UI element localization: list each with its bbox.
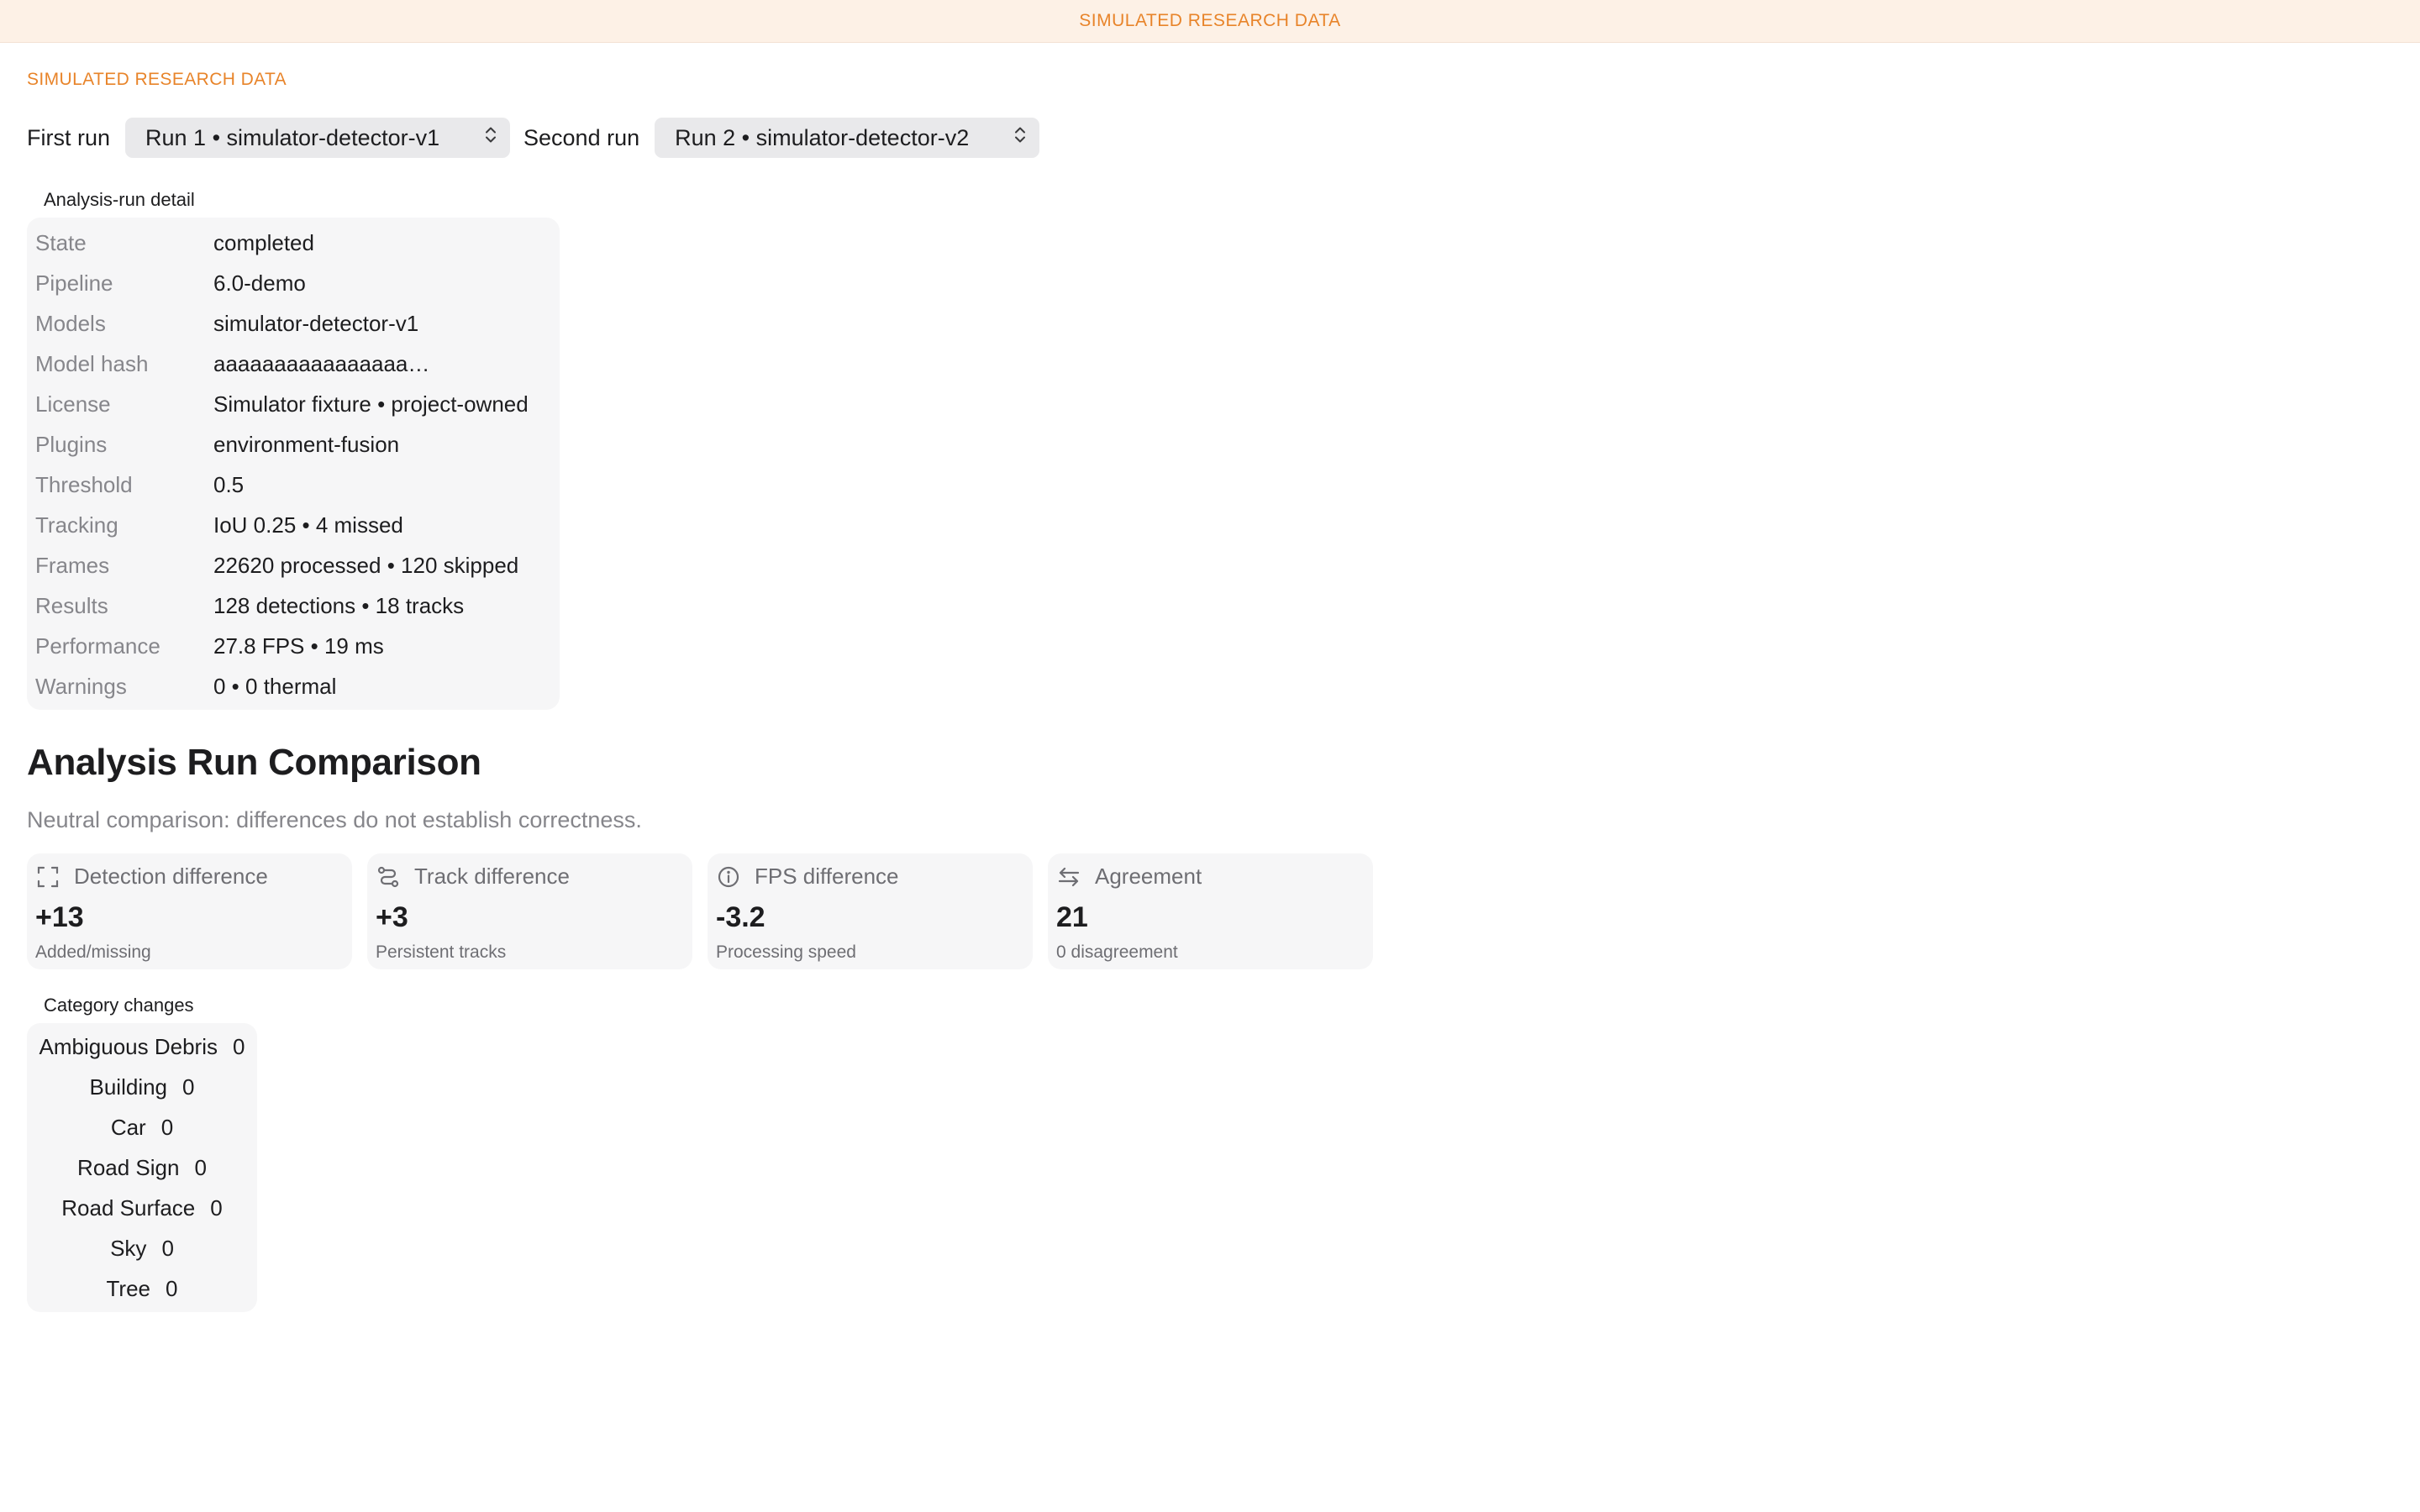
category-count: 0 xyxy=(194,1154,207,1180)
detail-value: completed xyxy=(213,229,314,255)
detail-row-plugins: Plugins environment-fusion xyxy=(27,424,560,465)
card-value: 21 xyxy=(1056,901,1088,933)
detail-value: 0 • 0 thermal xyxy=(213,673,337,699)
second-run-select-value: Run 2 • simulator-detector-v2 xyxy=(675,124,970,150)
detail-row-tracking: Tracking IoU 0.25 • 4 missed xyxy=(27,505,560,545)
analysis-run-detail-title: Analysis-run detail xyxy=(44,189,195,210)
analysis-run-detail-table: State completed Pipeline 6.0-demo Models si… xyxy=(27,218,560,710)
detail-value: 128 detections • 18 tracks xyxy=(213,592,465,618)
expand-icon xyxy=(35,864,60,890)
info-icon xyxy=(716,864,741,890)
detail-row-results: Results 128 detections • 18 tracks xyxy=(27,585,560,626)
main-content: SIMULATED RESEARCH DATA First run Run 1 … xyxy=(0,70,2420,1312)
fps-difference-card: FPS difference -3.2 Processing speed xyxy=(708,853,1033,969)
detail-key: State xyxy=(35,229,87,255)
second-run-label: Second run xyxy=(523,124,640,150)
category-row: Building 0 xyxy=(27,1067,257,1107)
detail-key: Warnings xyxy=(35,673,127,699)
category-name: Road Surface xyxy=(61,1194,196,1221)
detail-key: Model hash xyxy=(35,350,149,376)
detail-value: aaaaaaaaaaaaaaaa… xyxy=(213,350,430,376)
category-changes-title: Category changes xyxy=(44,995,194,1016)
card-value: +13 xyxy=(35,901,84,933)
category-changes-list: Ambiguous Debris 0 Building 0 Car 0 Road Si… xyxy=(27,1023,257,1312)
card-caption: Added/missing xyxy=(35,942,151,962)
category-row: Ambiguous Debris 0 xyxy=(27,1026,257,1067)
detail-row-warnings: Warnings 0 • 0 thermal xyxy=(27,666,560,706)
first-run-label: First run xyxy=(27,124,111,150)
detail-key: Models xyxy=(35,310,106,336)
card-value: +3 xyxy=(376,901,408,933)
detail-key: Plugins xyxy=(35,431,108,457)
detail-row-license: License Simulator fixture • project-owned xyxy=(27,384,560,424)
detail-row-pipeline: Pipeline 6.0-demo xyxy=(27,263,560,303)
card-caption: Processing speed xyxy=(716,942,856,962)
run-selector-row: First run Run 1 • simulator-detector-v1 … xyxy=(27,117,2393,159)
category-name: Building xyxy=(89,1074,168,1100)
category-name: Tree xyxy=(106,1275,151,1301)
detail-row-frames: Frames 22620 processed • 120 skipped xyxy=(27,545,560,585)
category-count: 0 xyxy=(160,1114,174,1140)
detail-value: IoU 0.25 • 4 missed xyxy=(213,512,403,538)
category-count: 0 xyxy=(161,1235,174,1261)
category-row: Road Sign 0 xyxy=(27,1147,257,1188)
detail-row-threshold: Threshold 0.5 xyxy=(27,465,560,505)
detail-value: Simulator fixture • project-owned xyxy=(213,391,529,417)
simulated-data-label: SIMULATED RESEARCH DATA xyxy=(27,70,287,89)
detail-value: simulator-detector-v1 xyxy=(213,310,419,336)
detail-row-performance: Performance 27.8 FPS • 19 ms xyxy=(27,626,560,666)
detail-value: 6.0-demo xyxy=(213,270,306,296)
track-difference-card: Track difference +3 Persistent tracks xyxy=(367,853,692,969)
card-label: Track difference xyxy=(414,864,570,889)
detail-key: Tracking xyxy=(35,512,118,538)
card-label: Detection difference xyxy=(74,864,268,889)
page-subtitle: Neutral comparison: differences do not e… xyxy=(27,807,642,832)
category-count: 0 xyxy=(210,1194,223,1221)
detail-value: 22620 processed • 120 skipped xyxy=(213,552,519,578)
simulated-data-banner: SIMULATED RESEARCH DATA xyxy=(0,0,2420,43)
category-row: Tree 0 xyxy=(27,1268,257,1309)
card-label: FPS difference xyxy=(755,864,899,889)
detail-key: Threshold xyxy=(35,471,133,497)
category-count: 0 xyxy=(232,1033,245,1059)
route-icon xyxy=(376,864,401,890)
detail-row-state: State completed xyxy=(27,223,560,263)
category-name: Road Sign xyxy=(77,1154,180,1180)
category-name: Car xyxy=(110,1114,146,1140)
detail-key: License xyxy=(35,391,111,417)
category-name: Ambiguous Debris xyxy=(39,1033,218,1059)
first-run-select[interactable]: Run 1 • simulator-detector-v1 xyxy=(125,118,511,158)
card-value: -3.2 xyxy=(716,901,765,933)
first-run-select-value: Run 1 • simulator-detector-v1 xyxy=(145,124,440,150)
detail-value: environment-fusion xyxy=(213,431,400,457)
detail-key: Pipeline xyxy=(35,270,113,296)
detail-row-models: Models simulator-detector-v1 xyxy=(27,303,560,344)
category-row: Sky 0 xyxy=(27,1228,257,1268)
category-row: Car 0 xyxy=(27,1107,257,1147)
detail-key: Results xyxy=(35,592,108,618)
page-title: Analysis Run Comparison xyxy=(27,742,481,783)
chevron-up-down-icon xyxy=(1014,125,1026,151)
swap-arrows-icon xyxy=(1056,864,1081,890)
category-name: Sky xyxy=(110,1235,147,1261)
detail-value: 27.8 FPS • 19 ms xyxy=(213,633,384,659)
detection-difference-card: Detection difference +13 Added/missing xyxy=(27,853,352,969)
category-count: 0 xyxy=(182,1074,195,1100)
detail-key: Performance xyxy=(35,633,160,659)
detail-key: Frames xyxy=(35,552,110,578)
second-run-select[interactable]: Run 2 • simulator-detector-v2 xyxy=(655,118,1040,158)
category-count: 0 xyxy=(166,1275,178,1301)
detail-row-model-hash: Model hash aaaaaaaaaaaaaaaa… xyxy=(27,344,560,384)
detail-value: 0.5 xyxy=(213,471,245,497)
card-caption: 0 disagreement xyxy=(1056,942,1178,962)
agreement-card: Agreement 21 0 disagreement xyxy=(1048,853,1373,969)
metric-cards: Detection difference +13 Added/missing T… xyxy=(27,853,2393,969)
card-label: Agreement xyxy=(1095,864,1202,889)
category-row: Road Surface 0 xyxy=(27,1188,257,1228)
chevron-up-down-icon xyxy=(485,125,497,151)
card-caption: Persistent tracks xyxy=(376,942,507,962)
